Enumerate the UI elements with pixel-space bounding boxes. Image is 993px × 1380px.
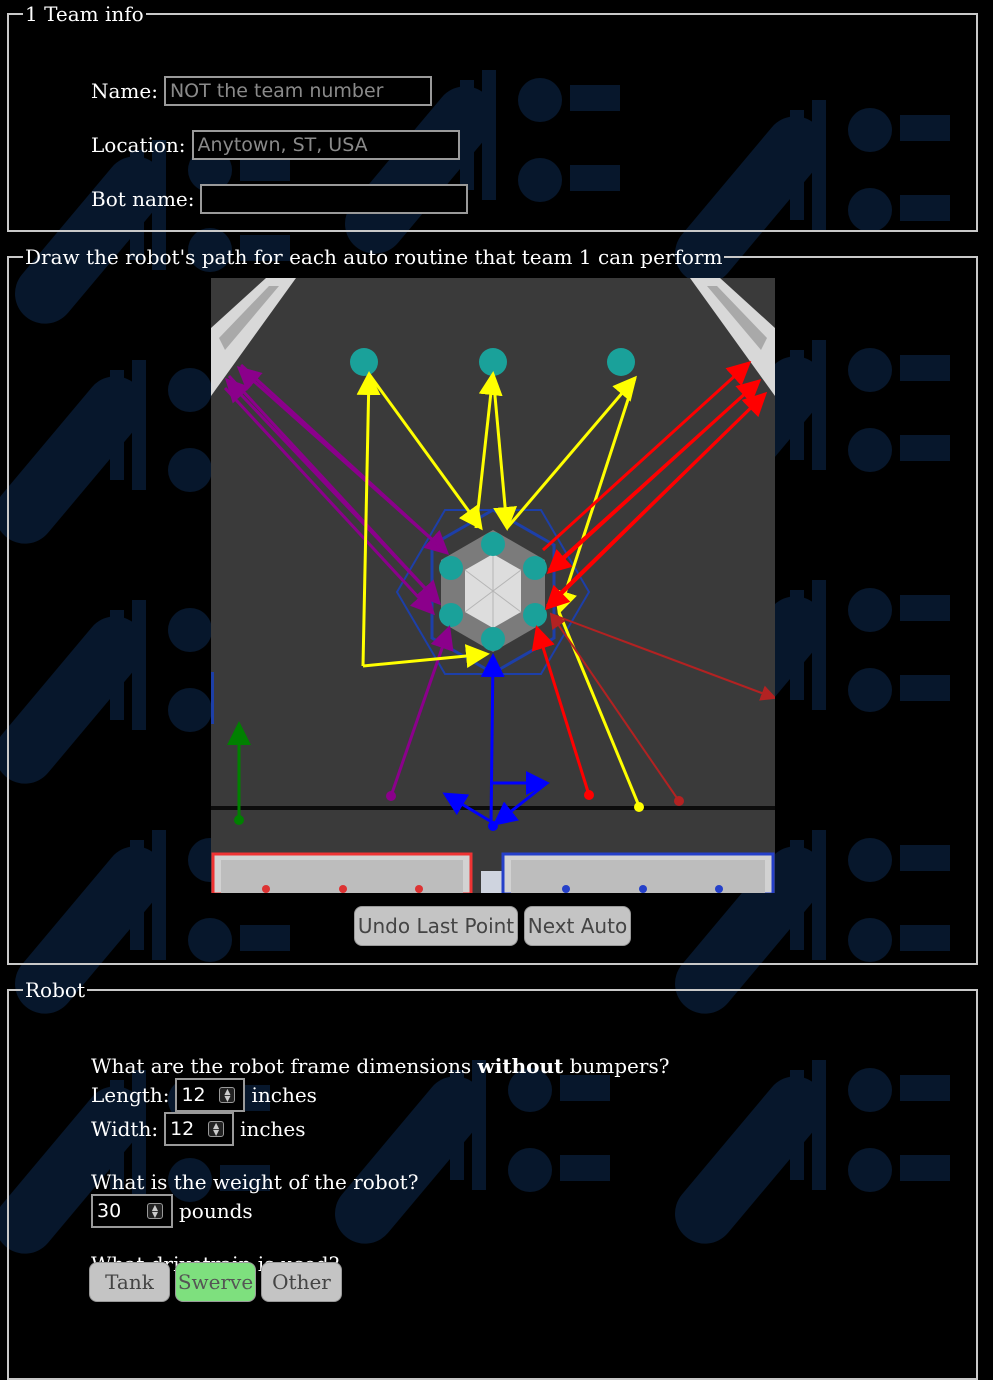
location-label: Location: <box>91 133 186 157</box>
path-purple-start <box>386 791 396 801</box>
team-info-legend: 1 Team info <box>25 2 144 26</box>
robot-legend: Robot <box>25 978 85 1002</box>
next-auto-button[interactable]: Next Auto <box>524 906 631 946</box>
name-label: Name: <box>91 79 158 103</box>
drivetrain-other-button[interactable]: Other <box>261 1262 342 1302</box>
weight-spinner-icon[interactable]: ▲ ▼ <box>147 1203 163 1219</box>
bot-name-row: Bot name: <box>91 184 469 214</box>
length-input[interactable]: 12 ▲ ▼ <box>175 1078 246 1112</box>
weight-row: 30 ▲ ▼ pounds <box>91 1194 253 1228</box>
width-label: Width: <box>91 1117 159 1141</box>
path-green-start <box>234 815 244 825</box>
team-info-section: 1 Team info Name: Location: Bot name: <box>7 4 978 232</box>
width-unit: inches <box>240 1117 306 1141</box>
field-canvas[interactable] <box>211 278 775 893</box>
width-spinner-icon[interactable]: ▲ ▼ <box>208 1121 225 1137</box>
team-name-input[interactable] <box>163 76 432 106</box>
field-cargo <box>607 348 635 376</box>
drivetrain-tank-button[interactable]: Tank <box>89 1262 170 1302</box>
field-edge-mark <box>211 672 214 724</box>
without-emphasis: without <box>477 1054 564 1078</box>
width-input[interactable]: 12 ▲ ▼ <box>164 1112 235 1146</box>
path-yellow-start <box>634 802 644 812</box>
dimensions-question: What are the robot frame dimensions with… <box>91 1054 670 1078</box>
bot-name-label: Bot name: <box>91 187 195 211</box>
width-row: Width: 12 ▲ ▼ inches <box>91 1112 306 1146</box>
length-unit: inches <box>251 1083 317 1107</box>
drivetrain-swerve-button[interactable]: Swerve <box>175 1262 256 1302</box>
length-row: Length: 12 ▲ ▼ inches <box>91 1078 317 1112</box>
blue-alliance-station <box>501 852 775 893</box>
location-row: Location: <box>91 130 460 160</box>
name-row: Name: <box>91 76 432 106</box>
weight-unit: pounds <box>179 1199 253 1223</box>
undo-last-point-button[interactable]: Undo Last Point <box>354 906 518 946</box>
path-blue-start <box>488 821 498 831</box>
length-label: Length: <box>91 1083 170 1107</box>
robot-section: Robot What are the robot frame dimension… <box>7 980 978 1380</box>
field-cargo <box>350 348 378 376</box>
center-station-divider <box>481 871 505 893</box>
length-spinner-icon[interactable]: ▲ ▼ <box>219 1087 236 1103</box>
red-alliance-station <box>211 852 473 893</box>
path-darkred-start <box>674 796 684 806</box>
weight-input[interactable]: 30 ▲ ▼ <box>91 1194 173 1228</box>
weight-question: What is the weight of the robot? <box>91 1170 419 1194</box>
path-red-start <box>584 790 594 800</box>
location-input[interactable] <box>191 130 460 160</box>
auto-path-legend: Draw the robot's path for each auto rout… <box>25 245 723 269</box>
bot-name-input[interactable] <box>200 184 469 214</box>
field-cargo <box>479 348 507 376</box>
